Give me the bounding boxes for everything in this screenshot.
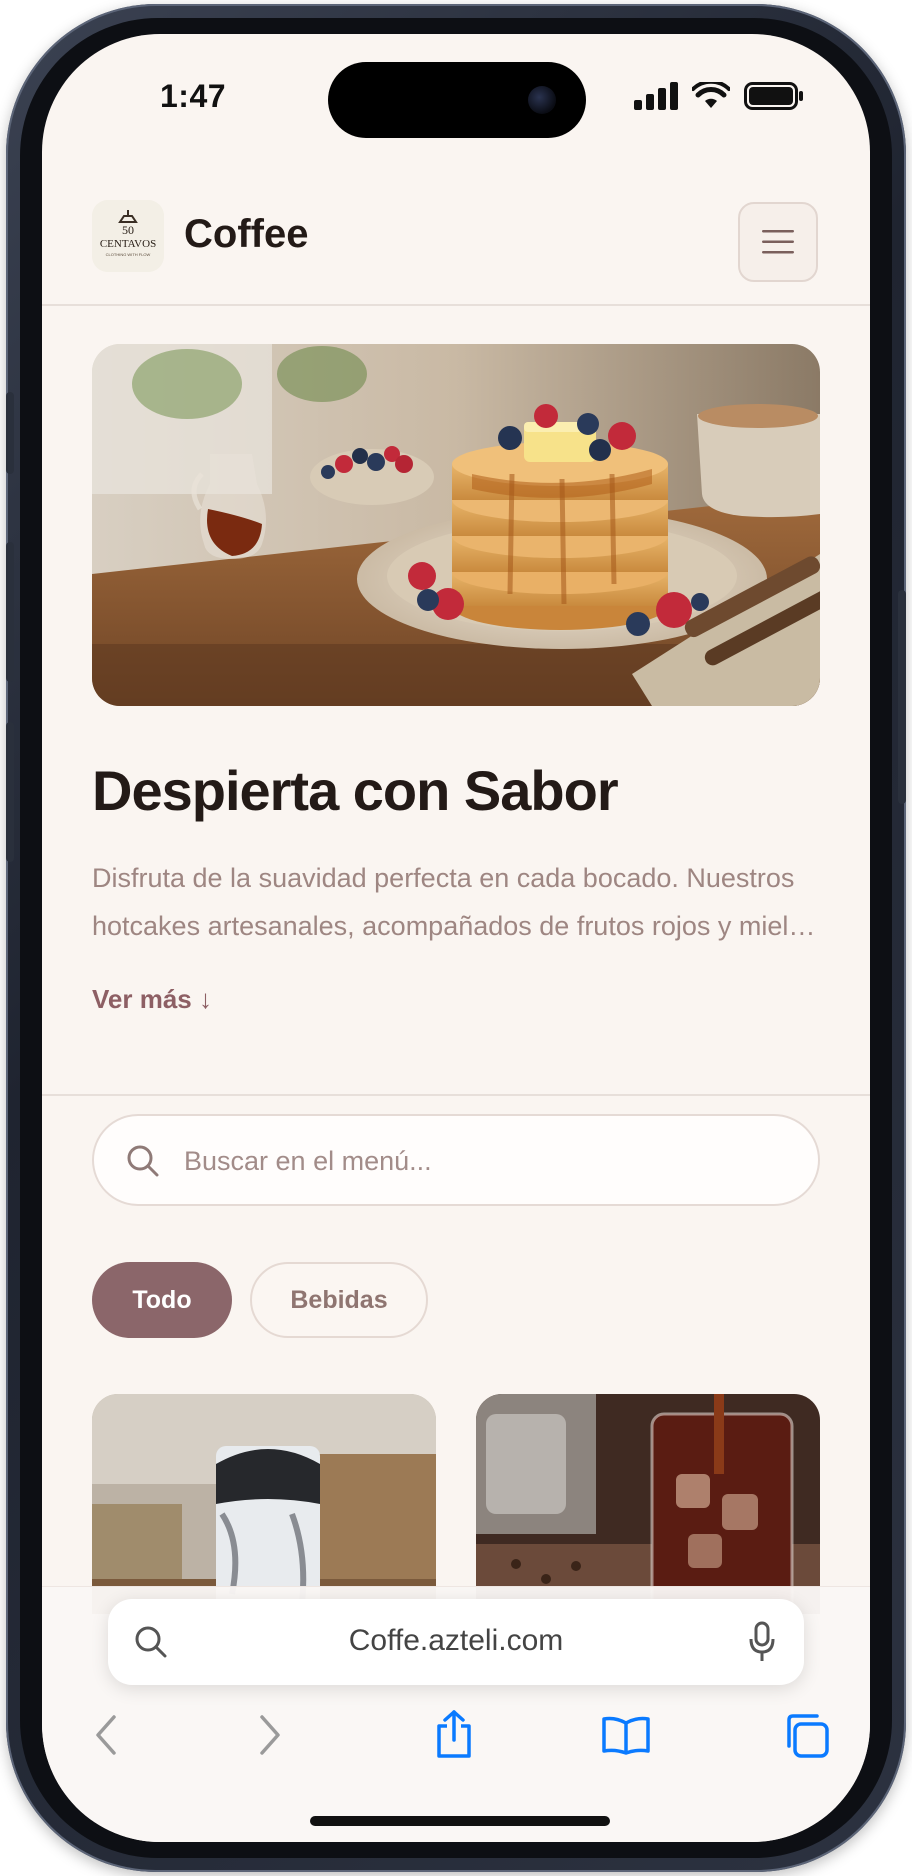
product-card-image[interactable] [92, 1394, 436, 1614]
see-more-link[interactable]: Ver más ↓ [92, 984, 212, 1015]
brand-logo[interactable]: 50 CENTAVOS CLOTHING WITH FLOW [92, 200, 164, 272]
svg-text:50: 50 [122, 223, 134, 237]
dynamic-island [328, 62, 586, 138]
forward-icon [260, 1715, 280, 1755]
menu-search[interactable] [92, 1114, 820, 1206]
browser-toolbar [42, 1705, 870, 1775]
bookmarks-icon [602, 1716, 650, 1755]
tabs-icon [787, 1714, 829, 1758]
hero-image [92, 344, 820, 706]
svg-text:CLOTHING WITH FLOW: CLOTHING WITH FLOW [106, 252, 151, 257]
filter-chip-todo[interactable]: Todo [92, 1262, 232, 1338]
volume-down-button [6, 722, 14, 862]
search-input[interactable] [184, 1138, 784, 1184]
brand-title: Coffee [184, 212, 309, 256]
home-indicator[interactable] [310, 1816, 610, 1826]
back-button[interactable] [76, 1705, 136, 1765]
power-button [898, 590, 906, 804]
menu-icon [762, 230, 794, 254]
signal-icon [634, 82, 678, 110]
tabs-button[interactable] [776, 1705, 836, 1765]
divider [42, 1094, 870, 1096]
filter-chip-bebidas[interactable]: Bebidas [250, 1262, 428, 1338]
status-time: 1:47 [160, 78, 227, 114]
action-button [6, 392, 14, 474]
hero-description: Disfruta de la suavidad perfecta en cada… [92, 863, 795, 941]
hero-title: Despierta con Sabor [92, 759, 619, 822]
battery-icon [744, 82, 803, 110]
product-card-image[interactable] [476, 1394, 820, 1614]
forward-button[interactable] [240, 1705, 300, 1765]
back-icon [96, 1715, 116, 1755]
screen: 1:47 50 CENTAVOS CLOTHING WITH FLOW Coff… [42, 34, 870, 1842]
status-icons [634, 80, 804, 112]
microphone-icon[interactable] [748, 1621, 776, 1663]
app-header: 50 CENTAVOS CLOTHING WITH FLOW Coffee [42, 160, 870, 306]
camera-icon [528, 86, 556, 114]
volume-up-button [6, 542, 14, 682]
address-bar[interactable]: Coffe.azteli.com [108, 1599, 804, 1685]
share-icon [437, 1710, 471, 1758]
svg-text:CENTAVOS: CENTAVOS [100, 238, 156, 250]
wifi-icon [692, 82, 730, 108]
search-icon [127, 1145, 159, 1177]
bookmarks-button[interactable] [596, 1705, 656, 1765]
share-button[interactable] [424, 1705, 484, 1765]
url-text[interactable]: Coffe.azteli.com [108, 1624, 804, 1658]
menu-button[interactable] [738, 202, 818, 282]
browser-bar: Coffe.azteli.com [42, 1586, 870, 1842]
